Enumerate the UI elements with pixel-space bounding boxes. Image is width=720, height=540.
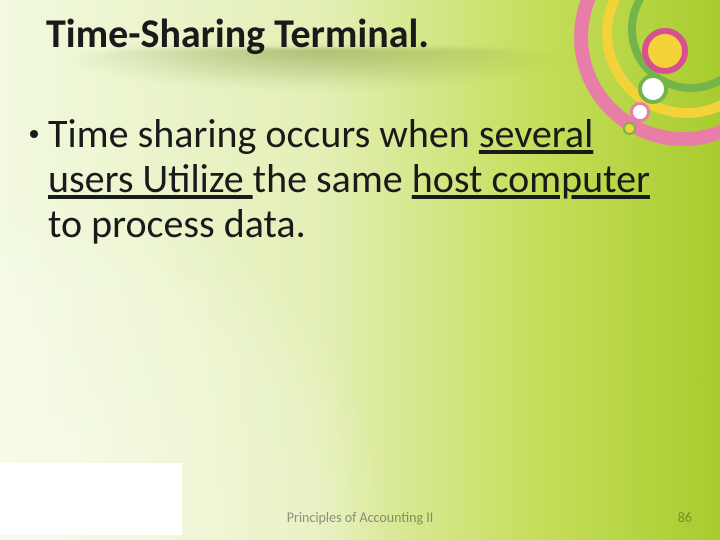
slide: Time-Sharing Terminal. Time sharing occu… <box>0 0 720 540</box>
text-segment: to process data. <box>48 199 306 248</box>
slide-title: Time-Sharing Terminal. <box>46 8 584 56</box>
text-segment: the same <box>253 154 412 203</box>
page-number: 86 <box>678 509 692 526</box>
bullet-icon <box>30 130 38 138</box>
text-segment: Time sharing occurs when <box>48 109 479 158</box>
title-area: Time-Sharing Terminal. <box>46 8 584 88</box>
footer-text: Principles of Accounting II <box>0 509 720 526</box>
underlined-text: host computer <box>412 154 650 203</box>
bullet-content: Time sharing occurs when several users U… <box>48 112 686 246</box>
body-text: Time sharing occurs when several users U… <box>30 112 686 246</box>
